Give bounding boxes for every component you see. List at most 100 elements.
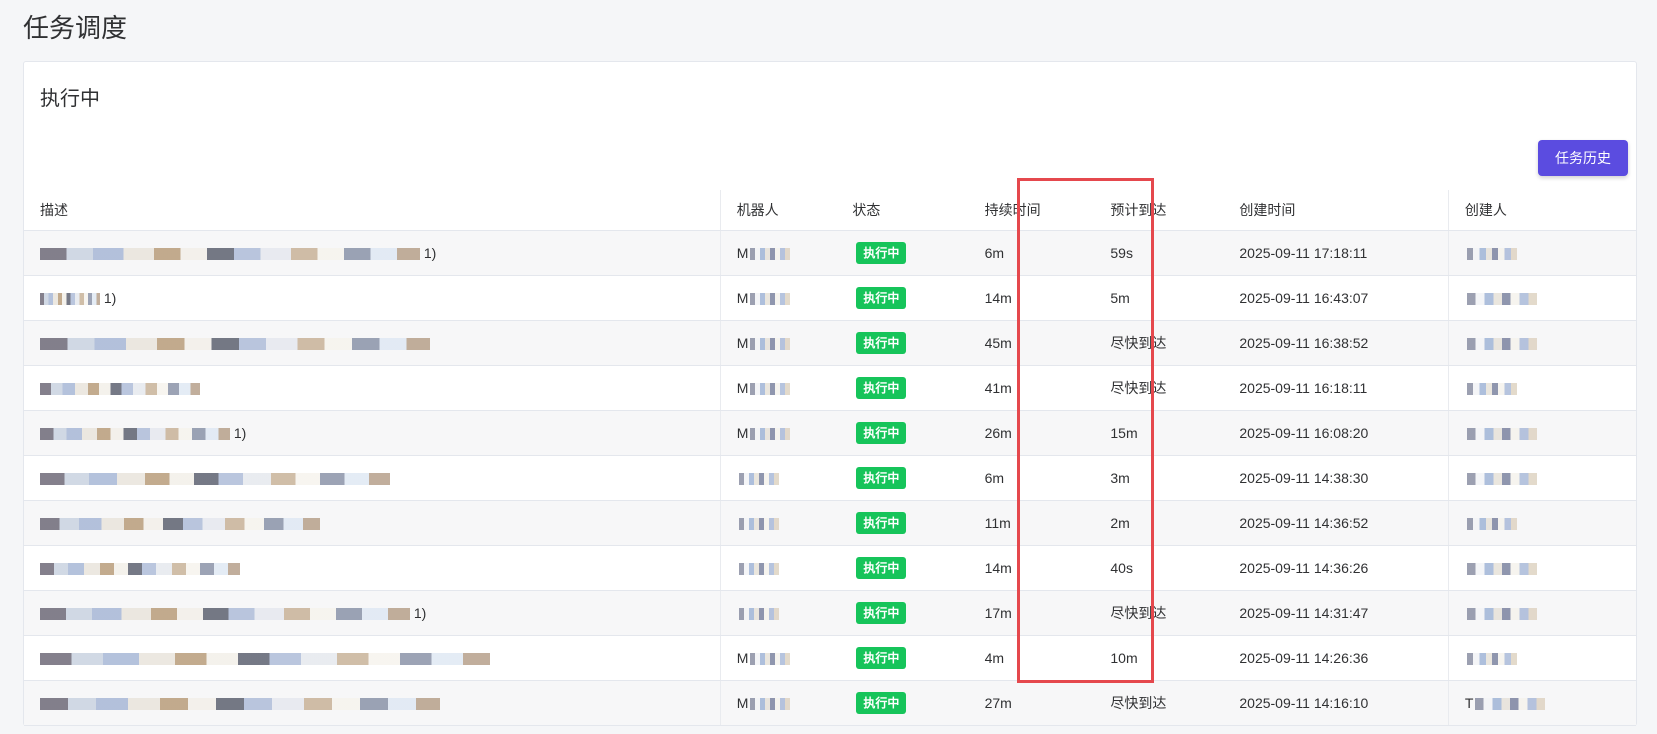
robot-cell <box>719 545 837 591</box>
column-header-description[interactable]: 描述 <box>24 190 721 231</box>
task-description-cell <box>24 635 721 681</box>
redacted-block <box>750 338 791 351</box>
status-cell: 执行中 <box>836 545 969 591</box>
creator-cell: T <box>1447 680 1636 726</box>
created-time-cell: 2025-09-11 14:26:36 <box>1223 635 1449 681</box>
duration-cell: 45m <box>968 320 1095 366</box>
redacted-block <box>40 563 240 576</box>
robot-name: M <box>736 335 749 351</box>
task-history-button[interactable]: 任务历史 <box>1538 140 1628 176</box>
redacted-block <box>1475 698 1546 711</box>
redacted-block <box>1466 518 1517 531</box>
duration-cell: 14m <box>968 545 1095 591</box>
table-row[interactable]: M 执行中 4m 10m 2025-09-11 14:26:36 <box>24 635 1636 681</box>
redacted-block <box>40 428 230 441</box>
redacted-block <box>40 698 440 711</box>
created-time-cell: 2025-09-11 14:36:52 <box>1223 500 1449 546</box>
column-header-creator[interactable]: 创建人 <box>1447 190 1636 231</box>
robot-name: M <box>736 695 749 711</box>
page-title: 任务调度 <box>23 13 128 43</box>
creator-cell <box>1447 590 1636 636</box>
robot-cell: M <box>719 365 837 411</box>
created-time-cell: 2025-09-11 14:31:47 <box>1223 590 1449 636</box>
table-row[interactable]: 1) M 执行中 14m 5m 2025-09-11 16:43:07 <box>24 275 1636 321</box>
robot-cell <box>719 455 837 501</box>
table-header-row: 描述 机器人 状态 持续时间 预计到达 创建时间 创建人 <box>24 190 1636 231</box>
column-header-status[interactable]: 状态 <box>836 190 969 231</box>
task-description-cell: 1) <box>24 275 721 321</box>
task-description-cell <box>24 500 721 546</box>
robot-cell <box>719 590 837 636</box>
duration-cell: 14m <box>968 275 1095 321</box>
status-cell: 执行中 <box>836 230 969 276</box>
redacted-block <box>750 293 791 306</box>
column-header-robot[interactable]: 机器人 <box>719 190 837 231</box>
redacted-block <box>40 248 420 261</box>
duration-cell: 11m <box>968 500 1095 546</box>
status-badge: 执行中 <box>856 287 907 309</box>
eta-cell: 尽快到达 <box>1094 680 1224 726</box>
creator-cell <box>1447 365 1636 411</box>
table-row[interactable]: 1) 执行中 17m 尽快到达 2025-09-11 14:31:47 <box>24 590 1636 636</box>
eta-cell: 15m <box>1094 410 1224 456</box>
robot-name: M <box>736 650 749 666</box>
status-cell: 执行中 <box>836 500 969 546</box>
column-header-duration[interactable]: 持续时间 <box>968 190 1095 231</box>
status-badge: 执行中 <box>856 692 907 714</box>
robot-name: M <box>736 245 749 261</box>
task-description-cell: 1) <box>24 230 721 276</box>
status-badge: 执行中 <box>856 647 907 669</box>
redacted-block <box>738 473 779 486</box>
table-row[interactable]: 1) M 执行中 26m 15m 2025-09-11 16:08:20 <box>24 410 1636 456</box>
column-header-created-time[interactable]: 创建时间 <box>1223 190 1449 231</box>
created-time-cell: 2025-09-11 16:38:52 <box>1223 320 1449 366</box>
eta-cell: 尽快到达 <box>1094 590 1224 636</box>
duration-cell: 6m <box>968 230 1095 276</box>
eta-cell: 3m <box>1094 455 1224 501</box>
table-row[interactable]: 执行中 6m 3m 2025-09-11 14:38:30 <box>24 455 1636 501</box>
status-cell: 执行中 <box>836 635 969 681</box>
column-header-eta[interactable]: 预计到达 <box>1094 190 1224 231</box>
redacted-block <box>1466 428 1537 441</box>
duration-cell: 26m <box>968 410 1095 456</box>
table-row[interactable]: 1) M 执行中 6m 59s 2025-09-11 17:18:11 <box>24 230 1636 276</box>
task-table: 描述 机器人 状态 持续时间 预计到达 创建时间 创建人 1) M 执行中 6m 59s… <box>24 190 1636 726</box>
task-description-tail: 1) <box>413 605 427 621</box>
robot-cell: M <box>719 410 837 456</box>
redacted-block <box>40 473 390 486</box>
task-description-cell <box>24 455 721 501</box>
creator-cell <box>1447 410 1636 456</box>
eta-cell: 40s <box>1094 545 1224 591</box>
table-row[interactable]: M 执行中 41m 尽快到达 2025-09-11 16:18:11 <box>24 365 1636 411</box>
task-description-cell <box>24 365 721 411</box>
eta-cell: 尽快到达 <box>1094 320 1224 366</box>
task-description-tail: 1) <box>103 290 117 306</box>
task-description-cell: 1) <box>24 590 721 636</box>
table-row[interactable]: M 执行中 27m 尽快到达 2025-09-11 14:16:10 T <box>24 680 1636 726</box>
robot-name: M <box>736 425 749 441</box>
status-badge: 执行中 <box>856 557 907 579</box>
created-time-cell: 2025-09-11 14:16:10 <box>1223 680 1449 726</box>
creator-cell <box>1447 275 1636 321</box>
duration-cell: 4m <box>968 635 1095 681</box>
redacted-block <box>40 518 320 531</box>
task-description-cell: 1) <box>24 410 721 456</box>
robot-cell: M <box>719 275 837 321</box>
status-badge: 执行中 <box>856 242 907 264</box>
task-description-cell <box>24 320 721 366</box>
redacted-block <box>750 653 791 666</box>
table-row[interactable]: M 执行中 45m 尽快到达 2025-09-11 16:38:52 <box>24 320 1636 366</box>
table-row[interactable]: 执行中 11m 2m 2025-09-11 14:36:52 <box>24 500 1636 546</box>
task-description-tail: 1) <box>423 245 437 261</box>
eta-cell: 2m <box>1094 500 1224 546</box>
table-row[interactable]: 执行中 14m 40s 2025-09-11 14:36:26 <box>24 545 1636 591</box>
created-time-cell: 2025-09-11 14:38:30 <box>1223 455 1449 501</box>
card-title: 执行中 <box>40 88 100 110</box>
status-badge: 执行中 <box>856 602 907 624</box>
robot-name: M <box>736 380 749 396</box>
redacted-block <box>40 608 410 621</box>
created-time-cell: 2025-09-11 14:36:26 <box>1223 545 1449 591</box>
redacted-block <box>750 383 791 396</box>
redacted-block <box>750 248 791 261</box>
redacted-block <box>1466 608 1537 621</box>
